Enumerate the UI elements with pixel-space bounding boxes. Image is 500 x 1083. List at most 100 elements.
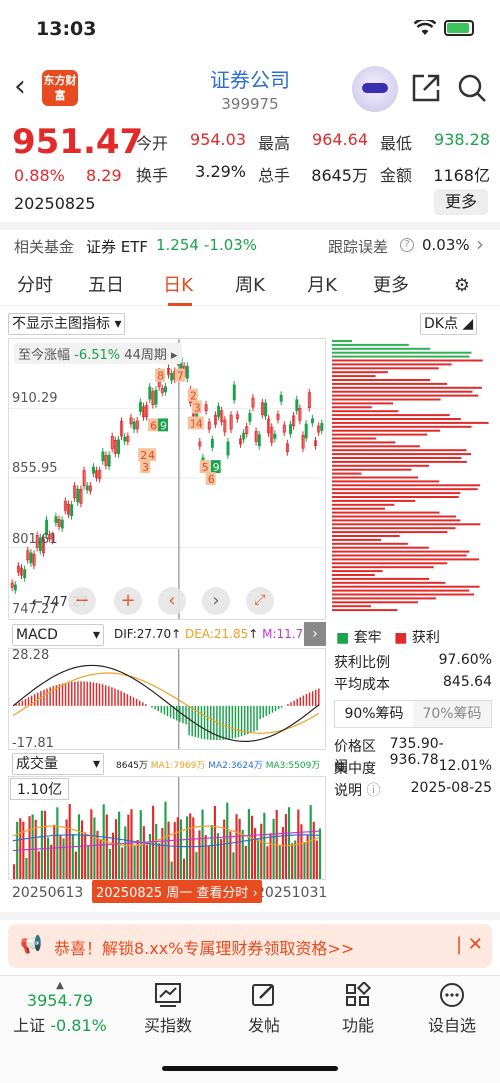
tab-weekly-k[interactable]: 周K (214, 268, 286, 305)
active-tab-indicator (168, 303, 192, 306)
volume-bar (250, 815, 254, 879)
plus-button[interactable]: + (114, 587, 142, 615)
prev-button[interactable]: ‹ (158, 587, 186, 615)
candle-body (132, 421, 136, 430)
volume-bar (127, 814, 130, 879)
range-change-box[interactable]: 至今涨幅 -6.51% 44周期 ▸ (14, 343, 182, 364)
dk-select[interactable]: DK点 ◢ (420, 313, 478, 335)
chip-bar (332, 371, 388, 374)
volume-bar (152, 805, 155, 879)
search-icon[interactable] (456, 72, 488, 104)
volume-bar (192, 817, 195, 879)
functions-button[interactable]: 功能 (316, 980, 400, 1036)
price-axis-label: 801.61 (12, 532, 58, 547)
badge-text: 6 (208, 473, 215, 486)
signal-badge: 6 (205, 472, 216, 486)
more-button[interactable]: 更多 (434, 189, 488, 215)
help-icon[interactable]: ? (400, 238, 414, 252)
promo-banner[interactable]: 📢 恭喜！解锁8.xx%专属理财券领取资格>> | ✕ (8, 924, 492, 968)
buy-index-button[interactable]: 买指数 (126, 982, 210, 1036)
chip-stats-2: 价格区间 735.90-936.78 集中度 12.01% 说明 ⓘ 2025-08-… (334, 736, 492, 799)
volume-bar (87, 845, 90, 879)
volume-bar (19, 818, 22, 879)
volume-bar (244, 845, 247, 879)
macd-top-label: 28.28 (12, 648, 50, 663)
tab-monthly-k[interactable]: 月K (286, 268, 358, 305)
badge-text: 8 (157, 370, 164, 383)
chip-bar (332, 499, 416, 502)
date-tooltip[interactable]: 20250825 周一 查看分时 › (92, 880, 262, 903)
signal-badge: 5 (199, 460, 210, 474)
chip-bar (332, 468, 412, 471)
volume-bar (90, 809, 93, 879)
volume-bar (247, 809, 250, 879)
share-icon[interactable] (410, 72, 442, 104)
track-value: 0.03% (422, 236, 470, 254)
back-icon[interactable]: ‹ (14, 72, 26, 102)
volume-bar (84, 832, 87, 879)
tab-intraday[interactable]: 分时 (0, 268, 70, 305)
candle-body (148, 386, 152, 400)
chip-bar (332, 433, 428, 436)
minus-button[interactable]: − (68, 587, 96, 615)
page-title[interactable]: 证券公司 (150, 64, 350, 93)
tab-daily-k[interactable]: 日K (142, 268, 214, 305)
chip-bar (332, 577, 430, 580)
volume-bar (111, 832, 115, 879)
volume-bar (195, 852, 198, 879)
volume-bar (257, 839, 260, 879)
chip-bar (332, 340, 352, 342)
chip-bar (332, 511, 440, 514)
volume-bar (294, 840, 297, 879)
index-quote[interactable]: ▲ 3954.79 上证 -0.81% (10, 980, 110, 1036)
add-watchlist-button[interactable]: 设自选 (410, 982, 494, 1036)
volume-bar (142, 826, 145, 879)
assistant-robot-icon[interactable] (352, 66, 398, 112)
tab-five-day[interactable]: 五日 (70, 268, 142, 305)
chip-bar (332, 542, 408, 545)
tab-70-chips[interactable]: 70%筹码 (413, 701, 491, 727)
app-logo: 东方财富 (42, 70, 78, 106)
expand-arrow-icon[interactable]: › (304, 622, 326, 646)
chip-legend: ■ 套牢 ■ 获利 (336, 630, 440, 646)
volume-bar (272, 818, 275, 879)
post-button[interactable]: 发帖 (222, 982, 306, 1036)
edit-icon (252, 984, 274, 1006)
chip-bar (332, 546, 429, 549)
chip-bar (332, 390, 473, 393)
candle-body (123, 436, 127, 442)
chip-bar (332, 406, 372, 409)
turnover-value: 3.29% (195, 162, 246, 181)
settings-gear-icon[interactable]: ⚙ (424, 268, 500, 305)
kline-chart[interactable]: 8 76 9231 42 43 5 96 (8, 338, 326, 620)
macd-select[interactable]: MACD ▾ (12, 624, 104, 646)
candle-body (304, 423, 308, 439)
main-indicator-select[interactable]: 不显示主图指标 ▾ (8, 313, 126, 335)
volume-bar (114, 819, 118, 879)
volume-ma-values: 8645万 MA1:7969万 MA2:3624万 MA3:5509万 (116, 761, 321, 771)
track-label: 跟踪误差 (328, 238, 389, 256)
tab-more[interactable]: 更多 (358, 268, 424, 305)
volume-bar (318, 828, 322, 879)
candle-body (185, 365, 189, 379)
candle-body (273, 433, 277, 439)
high-value: 964.64 (312, 130, 368, 149)
tab-90-chips[interactable]: 90%筹码 (335, 701, 413, 727)
related-fund-row[interactable]: 相关基金 证券 ETF 1.254 -1.03% 跟踪误差 ? 0.03% › (0, 232, 500, 260)
volume-bar (287, 807, 291, 879)
fullscreen-icon[interactable]: ⤢ (246, 587, 274, 615)
next-button[interactable]: › (202, 587, 230, 615)
volume-bar (161, 827, 164, 879)
badge-text: 9 (160, 419, 167, 432)
close-icon[interactable]: | ✕ (456, 934, 483, 955)
volume-select[interactable]: 成交量 ▾ (12, 753, 104, 775)
wifi-icon (414, 20, 436, 35)
volume-bar (13, 864, 16, 879)
volume-bar (210, 824, 213, 879)
volume-bar (201, 809, 204, 879)
volume-label: 总手 (258, 166, 291, 185)
volume-bar (130, 809, 133, 879)
candle-body (257, 434, 261, 447)
amount-value: 1168亿 (433, 166, 490, 185)
volume-bar (220, 839, 223, 879)
